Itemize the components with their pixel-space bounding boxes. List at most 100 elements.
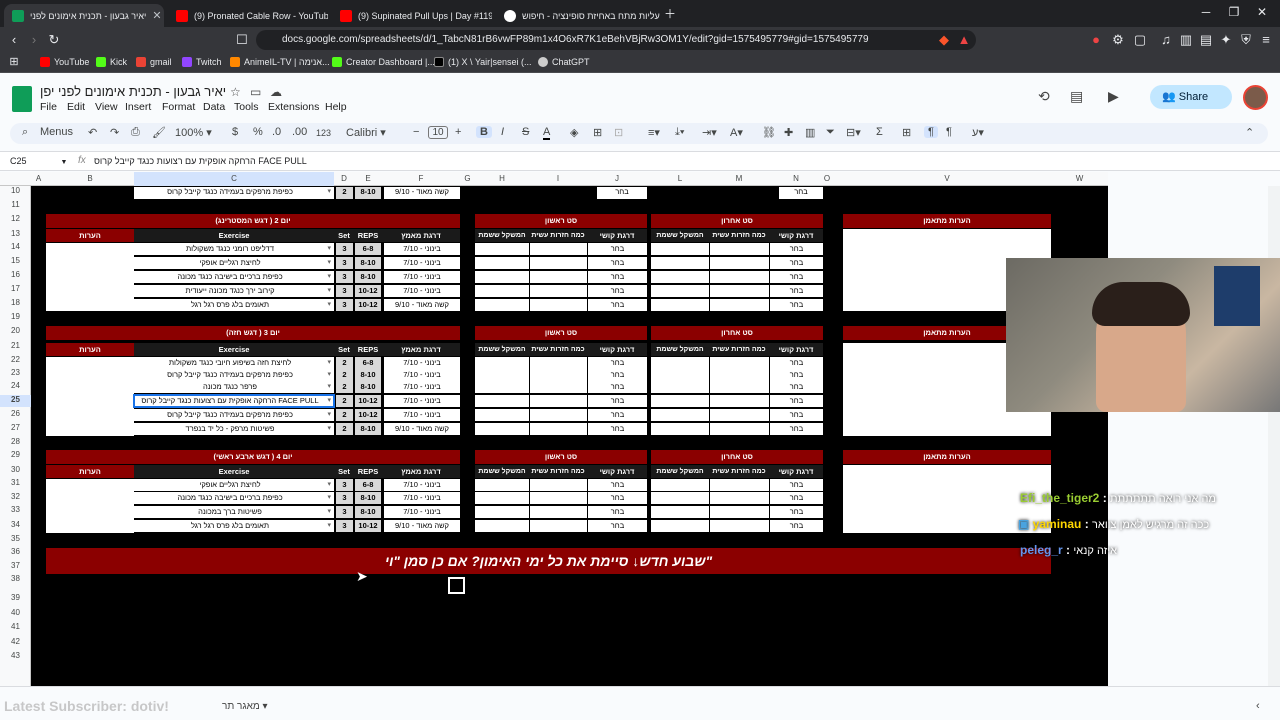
col-header-b[interactable]: B [46, 172, 134, 186]
effort-cell[interactable]: קשה מאוד - 9/10 [384, 187, 460, 199]
reps-done-input[interactable] [530, 271, 587, 283]
close-tab-icon[interactable]: ✕ [152, 9, 161, 22]
row-header[interactable]: 21 [0, 341, 31, 353]
rtl-icon[interactable]: ¶ [924, 126, 938, 138]
exercise-cell[interactable]: כפיפת מרפקים בעמידה כנגד קייבל קרוס [134, 369, 334, 381]
row-header[interactable]: 38 [0, 574, 31, 586]
menu-data[interactable]: Data [203, 101, 225, 113]
sidebar-icon[interactable]: ▥ [1176, 32, 1196, 48]
close-window-button[interactable]: ✕ [1252, 5, 1272, 19]
increase-font-icon[interactable]: + [455, 126, 461, 138]
reps-done-input[interactable] [530, 423, 587, 435]
zoom-select[interactable]: 100% ▾ [175, 126, 212, 139]
reload-icon[interactable]: ↻ [44, 32, 64, 48]
exercise-cell[interactable]: פשיטות ברך במכונה [134, 506, 334, 518]
col-header-e[interactable]: E [354, 172, 382, 186]
difficulty-select[interactable]: בחר [588, 243, 647, 255]
difficulty-select[interactable]: בחר [597, 187, 647, 199]
weight-input[interactable] [475, 409, 529, 421]
difficulty-select[interactable]: בחר [770, 381, 823, 393]
minimize-button[interactable]: ─ [1196, 5, 1216, 19]
effort-cell[interactable]: בינוני - 7/10 [384, 409, 460, 421]
freeze-icon[interactable]: ⊞ [902, 126, 911, 139]
effort-cell[interactable]: קשה מאוד - 9/10 [384, 423, 460, 435]
difficulty-select[interactable]: בחר [588, 506, 647, 518]
effort-cell[interactable]: קשה מאוד - 9/10 [384, 299, 460, 311]
weight-input[interactable] [475, 395, 529, 407]
col-header-h[interactable]: H [475, 172, 529, 186]
valign-icon[interactable]: ⤓▾ [675, 126, 684, 139]
exercise-cell[interactable]: כפיפת מרפקים בעמידה כנגד קייבל קרוס [134, 409, 334, 421]
reps-done-input[interactable] [710, 506, 769, 518]
increase-decimal-button[interactable]: .00 [292, 126, 307, 138]
row-header[interactable]: 28 [0, 437, 31, 449]
weight-input[interactable] [651, 285, 709, 297]
difficulty-select[interactable]: בחר [770, 409, 823, 421]
set-cell[interactable]: 3 [336, 520, 353, 532]
col-header-l[interactable]: L [651, 172, 709, 186]
weight-input[interactable] [651, 369, 709, 381]
functions-icon[interactable]: Σ [876, 126, 883, 138]
history-icon[interactable]: ⟲ [1038, 88, 1050, 105]
weight-input[interactable] [651, 271, 709, 283]
row-header[interactable]: 36 [0, 547, 31, 559]
weight-input[interactable] [651, 299, 709, 311]
borders-icon[interactable]: ⊞ [593, 126, 602, 139]
row-header[interactable]: 20 [0, 326, 31, 338]
name-box[interactable]: C25 ▼ [10, 156, 67, 166]
difficulty-select[interactable]: בחר [588, 492, 647, 504]
row-header[interactable]: 37 [0, 561, 31, 573]
meet-icon[interactable]: ▶ [1108, 88, 1119, 105]
fill-color-icon[interactable]: ◈ [570, 126, 578, 139]
difficulty-select[interactable]: בחר [588, 285, 647, 297]
exercise-cell[interactable]: פרפר כנגד מכונה [134, 381, 334, 393]
reps-done-input[interactable] [530, 257, 587, 269]
reps-done-input[interactable] [710, 257, 769, 269]
effort-cell[interactable]: בינוני - 7/10 [384, 479, 460, 491]
effort-cell[interactable]: בינוני - 7/10 [384, 271, 460, 283]
bookmark-kick[interactable]: Kick [96, 57, 127, 67]
reps-cell[interactable]: 8-10 [355, 423, 381, 435]
weight-input[interactable] [651, 520, 709, 532]
reps-done-input[interactable] [530, 381, 587, 393]
reps-done-input[interactable] [710, 369, 769, 381]
col-header-f[interactable]: F [382, 172, 460, 186]
difficulty-select[interactable]: בחר [770, 479, 823, 491]
reps-cell[interactable]: 6-8 [355, 479, 381, 491]
reps-done-input[interactable] [530, 395, 587, 407]
move-icon[interactable]: ▭ [250, 85, 261, 99]
row-header[interactable]: 32 [0, 492, 31, 504]
row-header[interactable]: 33 [0, 505, 31, 517]
reps-done-input[interactable] [530, 479, 587, 491]
leo-icon[interactable]: ✦ [1216, 32, 1236, 48]
paint-format-icon[interactable]: 🖌 [152, 126, 166, 139]
url-bar[interactable]: docs.google.com/spreadsheets/d/1_TabcN81… [256, 30, 976, 50]
tab-youtube-2[interactable]: (9) Supinated Pull Ups | Day #119 W [332, 4, 492, 27]
difficulty-select[interactable]: בחר [770, 257, 823, 269]
weight-input[interactable] [475, 423, 529, 435]
weight-input[interactable] [651, 243, 709, 255]
row-header[interactable]: 29 [0, 450, 31, 462]
difficulty-select[interactable]: בחר [588, 520, 647, 532]
exercise-cell[interactable]: כפיפת מרפקים בעמידה כנגד קייבל קרוס [134, 187, 334, 199]
bookmark-chatgpt[interactable]: ChatGPT [538, 57, 590, 67]
link-icon[interactable]: ⛓ [762, 126, 776, 139]
set-cell[interactable]: 3 [336, 285, 353, 297]
set-cell[interactable]: 3 [336, 479, 353, 491]
menu-icon[interactable]: ≡ [1256, 32, 1276, 47]
menu-help[interactable]: Help [325, 101, 347, 113]
menu-file[interactable]: File [40, 101, 57, 113]
formula-input[interactable]: הרחקה אופקית עם רצועות כנגד קייבל קרוס F… [94, 156, 307, 166]
row-header[interactable]: 14 [0, 242, 31, 254]
exercise-cell[interactable]: לחיצת רגליים אופקי [134, 479, 334, 491]
row-header[interactable]: 31 [0, 478, 31, 490]
reps-done-input[interactable] [710, 381, 769, 393]
italic-icon[interactable]: I [501, 126, 504, 138]
weight-input[interactable] [651, 357, 709, 369]
tab-youtube-1[interactable]: (9) Pronated Cable Row - YouTube [168, 4, 328, 27]
vpn-icon[interactable]: ⛨ [1236, 32, 1256, 48]
set-cell[interactable]: 2 [336, 357, 353, 369]
bookmark-gmail[interactable]: gmail [136, 57, 172, 67]
weight-input[interactable] [475, 369, 529, 381]
reps-done-input[interactable] [530, 492, 587, 504]
